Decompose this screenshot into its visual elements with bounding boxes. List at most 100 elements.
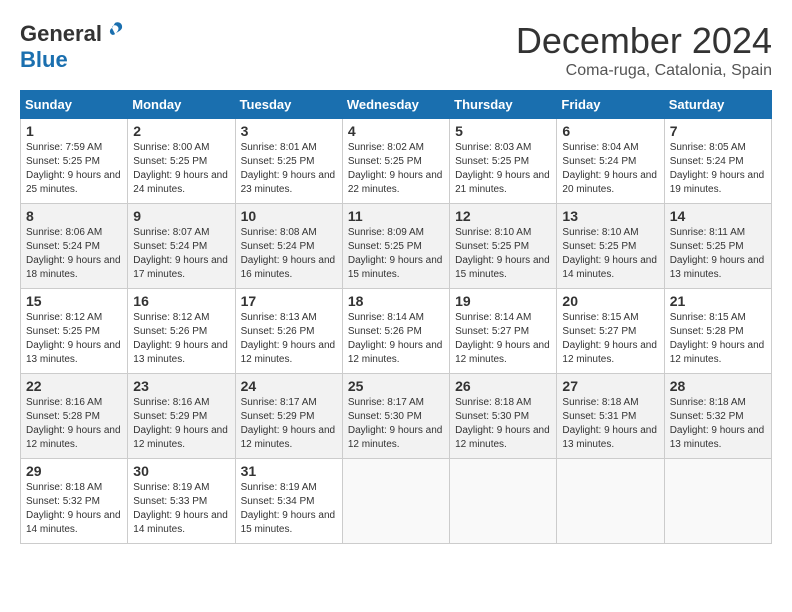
day-info: Sunrise: 8:10 AM Sunset: 5:25 PM Dayligh… [562,226,658,282]
calendar-cell: 1 Sunrise: 7:59 AM Sunset: 5:25 PM Daylig… [21,119,128,204]
day-info: Sunrise: 8:12 AM Sunset: 5:25 PM Dayligh… [26,311,122,367]
calendar-cell: 30 Sunrise: 8:19 AM Sunset: 5:33 PM Dayli… [128,459,235,544]
day-number: 17 [241,293,337,309]
day-info: Sunrise: 7:59 AM Sunset: 5:25 PM Dayligh… [26,141,122,197]
day-number: 24 [241,378,337,394]
day-number: 14 [670,208,766,224]
day-info: Sunrise: 8:15 AM Sunset: 5:28 PM Dayligh… [670,311,766,367]
day-info: Sunrise: 8:00 AM Sunset: 5:25 PM Dayligh… [133,141,229,197]
day-info: Sunrise: 8:09 AM Sunset: 5:25 PM Dayligh… [348,226,444,282]
calendar-cell: 23Sunrise: 8:16 AM Sunset: 5:29 PM Dayli… [128,374,235,459]
calendar-cell: 13 Sunrise: 8:10 AM Sunset: 5:25 PM Dayli… [557,204,664,289]
calendar-cell [664,459,771,544]
day-info: Sunrise: 8:11 AM Sunset: 5:25 PM Dayligh… [670,226,766,282]
day-number: 2 [133,123,229,139]
calendar-cell: 24 Sunrise: 8:17 AM Sunset: 5:29 PM Dayli… [235,374,342,459]
day-number: 21 [670,293,766,309]
day-number: 1 [26,123,122,139]
day-info: Sunrise: 8:06 AM Sunset: 5:24 PM Dayligh… [26,226,122,282]
day-info: Sunrise: 8:18 AM Sunset: 5:32 PM Dayligh… [26,481,122,537]
calendar-cell: 19 Sunrise: 8:14 AM Sunset: 5:27 PM Dayli… [450,289,557,374]
calendar-cell: 12 Sunrise: 8:10 AM Sunset: 5:25 PM Dayli… [450,204,557,289]
calendar-cell: 4Sunrise: 8:02 AM Sunset: 5:25 PM Daylig… [342,119,449,204]
logo: General Blue [20,20,126,73]
day-number: 22 [26,378,122,394]
day-info: Sunrise: 8:19 AM Sunset: 5:34 PM Dayligh… [241,481,337,537]
day-number: 10 [241,208,337,224]
day-info: Sunrise: 8:13 AM Sunset: 5:26 PM Dayligh… [241,311,337,367]
day-info: Sunrise: 8:14 AM Sunset: 5:27 PM Dayligh… [455,311,551,367]
logo-bird-icon [104,20,126,47]
calendar-cell: 26Sunrise: 8:18 AM Sunset: 5:30 PM Dayli… [450,374,557,459]
logo-general-text: General [20,21,102,47]
day-info: Sunrise: 8:16 AM Sunset: 5:28 PM Dayligh… [26,396,122,452]
calendar-cell: 5 Sunrise: 8:03 AM Sunset: 5:25 PM Daylig… [450,119,557,204]
calendar-header-row: SundayMondayTuesdayWednesdayThursdayFrid… [21,91,772,119]
day-info: Sunrise: 8:15 AM Sunset: 5:27 PM Dayligh… [562,311,658,367]
day-info: Sunrise: 8:07 AM Sunset: 5:24 PM Dayligh… [133,226,229,282]
day-info: Sunrise: 8:18 AM Sunset: 5:32 PM Dayligh… [670,396,766,452]
day-number: 4 [348,123,444,139]
page-header: General Blue December 2024 Coma-ruga, Ca… [20,20,772,80]
day-number: 30 [133,463,229,479]
day-info: Sunrise: 8:04 AM Sunset: 5:24 PM Dayligh… [562,141,658,197]
day-number: 28 [670,378,766,394]
calendar-cell: 21 Sunrise: 8:15 AM Sunset: 5:28 PM Dayli… [664,289,771,374]
day-info: Sunrise: 8:14 AM Sunset: 5:26 PM Dayligh… [348,311,444,367]
day-number: 5 [455,123,551,139]
day-info: Sunrise: 8:05 AM Sunset: 5:24 PM Dayligh… [670,141,766,197]
day-info: Sunrise: 8:03 AM Sunset: 5:25 PM Dayligh… [455,141,551,197]
header-wednesday: Wednesday [342,91,449,119]
calendar-cell: 3 Sunrise: 8:01 AM Sunset: 5:25 PM Daylig… [235,119,342,204]
day-number: 29 [26,463,122,479]
calendar-cell: 15Sunrise: 8:12 AM Sunset: 5:25 PM Dayli… [21,289,128,374]
day-number: 3 [241,123,337,139]
day-number: 31 [241,463,337,479]
day-number: 13 [562,208,658,224]
day-number: 6 [562,123,658,139]
month-year-title: December 2024 [516,20,772,62]
day-number: 23 [133,378,229,394]
day-number: 19 [455,293,551,309]
calendar-cell: 31 Sunrise: 8:19 AM Sunset: 5:34 PM Dayli… [235,459,342,544]
calendar-cell [557,459,664,544]
calendar-cell [450,459,557,544]
week-row-1: 1 Sunrise: 7:59 AM Sunset: 5:25 PM Daylig… [21,119,772,204]
calendar-cell: 16Sunrise: 8:12 AM Sunset: 5:26 PM Dayli… [128,289,235,374]
day-info: Sunrise: 8:08 AM Sunset: 5:24 PM Dayligh… [241,226,337,282]
calendar-cell: 27Sunrise: 8:18 AM Sunset: 5:31 PM Dayli… [557,374,664,459]
day-number: 26 [455,378,551,394]
day-info: Sunrise: 8:19 AM Sunset: 5:33 PM Dayligh… [133,481,229,537]
calendar-cell: 8Sunrise: 8:06 AM Sunset: 5:24 PM Daylig… [21,204,128,289]
day-number: 27 [562,378,658,394]
header-monday: Monday [128,91,235,119]
calendar-table: SundayMondayTuesdayWednesdayThursdayFrid… [20,90,772,544]
day-info: Sunrise: 8:10 AM Sunset: 5:25 PM Dayligh… [455,226,551,282]
calendar-cell: 29 Sunrise: 8:18 AM Sunset: 5:32 PM Dayli… [21,459,128,544]
day-number: 20 [562,293,658,309]
calendar-cell: 10 Sunrise: 8:08 AM Sunset: 5:24 PM Dayli… [235,204,342,289]
header-thursday: Thursday [450,91,557,119]
logo-blue-text: Blue [20,47,68,72]
calendar-cell: 17 Sunrise: 8:13 AM Sunset: 5:26 PM Dayli… [235,289,342,374]
calendar-cell: 14 Sunrise: 8:11 AM Sunset: 5:25 PM Dayli… [664,204,771,289]
calendar-cell: 18 Sunrise: 8:14 AM Sunset: 5:26 PM Dayli… [342,289,449,374]
title-area: December 2024 Coma-ruga, Catalonia, Spai… [516,20,772,80]
calendar-cell: 2 Sunrise: 8:00 AM Sunset: 5:25 PM Daylig… [128,119,235,204]
week-row-2: 8Sunrise: 8:06 AM Sunset: 5:24 PM Daylig… [21,204,772,289]
location-subtitle: Coma-ruga, Catalonia, Spain [516,62,772,80]
calendar-cell [342,459,449,544]
day-info: Sunrise: 8:17 AM Sunset: 5:29 PM Dayligh… [241,396,337,452]
day-number: 9 [133,208,229,224]
day-info: Sunrise: 8:01 AM Sunset: 5:25 PM Dayligh… [241,141,337,197]
calendar-cell: 20 Sunrise: 8:15 AM Sunset: 5:27 PM Dayli… [557,289,664,374]
header-tuesday: Tuesday [235,91,342,119]
day-number: 7 [670,123,766,139]
week-row-4: 22 Sunrise: 8:16 AM Sunset: 5:28 PM Dayli… [21,374,772,459]
week-row-3: 15Sunrise: 8:12 AM Sunset: 5:25 PM Dayli… [21,289,772,374]
day-number: 12 [455,208,551,224]
calendar-cell: 25Sunrise: 8:17 AM Sunset: 5:30 PM Dayli… [342,374,449,459]
calendar-cell: 6 Sunrise: 8:04 AM Sunset: 5:24 PM Daylig… [557,119,664,204]
day-number: 25 [348,378,444,394]
day-number: 18 [348,293,444,309]
